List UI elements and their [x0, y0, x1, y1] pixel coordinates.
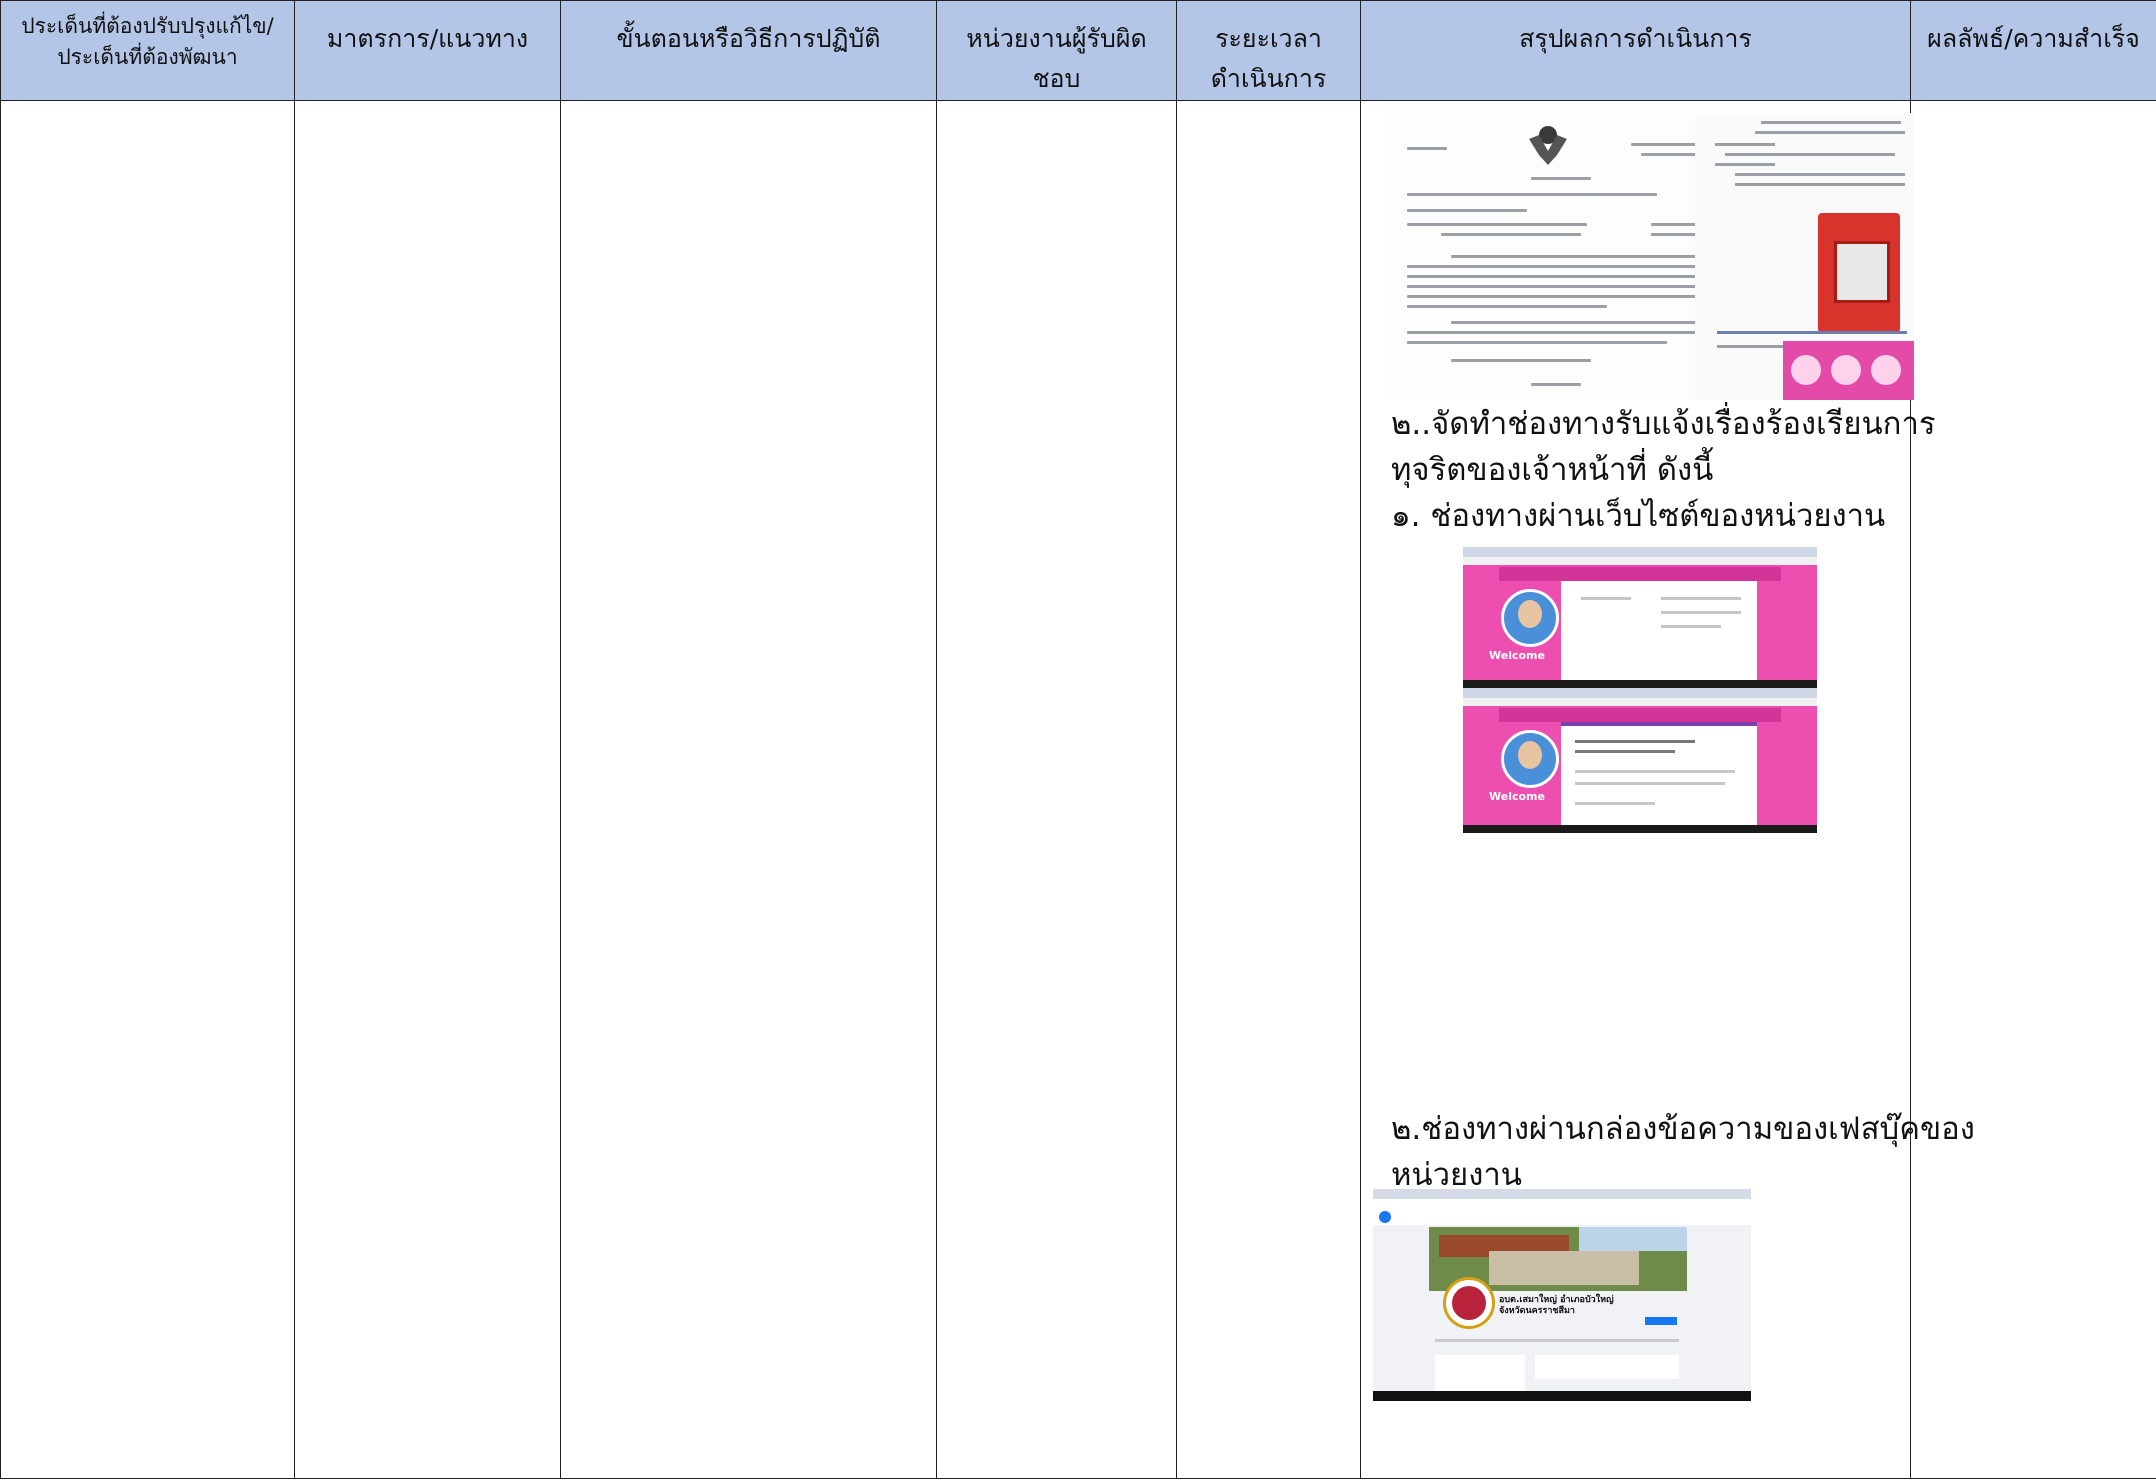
cell-procedure — [560, 100, 937, 1479]
official-portrait-icon — [1501, 730, 1559, 788]
facebook-icon — [1379, 1211, 1391, 1223]
fire-alarm-poster-image — [1695, 113, 1914, 400]
website-screenshot-2: Welcome — [1463, 688, 1817, 833]
garuda-seal-icon — [1529, 126, 1567, 165]
header-procedure: ขั้นตอนหรือวิธีการปฏิบัติ — [560, 0, 937, 101]
header-duration: ระยะเวลาดำเนินการ — [1176, 0, 1361, 101]
header-responsible-unit: หน่วยงานผู้รับผิดชอบ — [936, 0, 1177, 101]
header-issues: ประเด็นที่ต้องปรับปรุงแก้ไข/ประเด็นที่ต้… — [0, 0, 295, 101]
facebook-page-name: อบต.เสมาใหญ่ อำเภอบัวใหญ่ จังหวัดนครราชสี… — [1499, 1295, 1614, 1316]
header-results-summary: สรุปผลการดำเนินการ — [1360, 0, 1911, 101]
action-plan-table: ประเด็นที่ต้องปรับปรุงแก้ไข/ประเด็นที่ต้… — [0, 0, 2156, 1479]
header-outcome: ผลลัพธ์/ความสำเร็จ — [1910, 0, 2156, 101]
header-measures: มาตรการ/แนวทาง — [294, 0, 561, 101]
facebook-page-screenshot: อบต.เสมาใหญ่ อำเภอบัวใหญ่ จังหวัดนครราชสี… — [1373, 1189, 1751, 1401]
channel-heading-line1: ๒..จัดทำช่องทางรับแจ้งเรื่องร้องเรียนการ — [1391, 406, 1936, 442]
cell-measures — [294, 100, 561, 1479]
page-logo-icon — [1443, 1277, 1495, 1329]
channel-website-label: ๑. ช่องทางผ่านเว็บไซต์ของหน่วยงาน — [1391, 498, 1886, 534]
official-letter-image — [1391, 113, 1741, 400]
channel-heading-line2: ทุจริตของเจ้าหน้าที่ ดังนี้ — [1391, 452, 1714, 488]
website-screenshot-1: Welcome — [1463, 547, 1817, 688]
cell-responsible-unit — [936, 100, 1177, 1479]
cell-outcome — [1910, 100, 2156, 1479]
cell-issues — [0, 100, 295, 1479]
cell-duration — [1176, 100, 1361, 1479]
cell-results-summary: ๒..จัดทำช่องทางรับแจ้งเรื่องร้องเรียนการ… — [1360, 100, 1975, 1479]
official-portrait-icon — [1501, 589, 1559, 647]
fire-alarm-icon — [1818, 213, 1900, 333]
channel-facebook-label-line1: ๒.ช่องทางผ่านกล่องข้อความของเฟสบุ๊คของ — [1391, 1111, 1975, 1147]
